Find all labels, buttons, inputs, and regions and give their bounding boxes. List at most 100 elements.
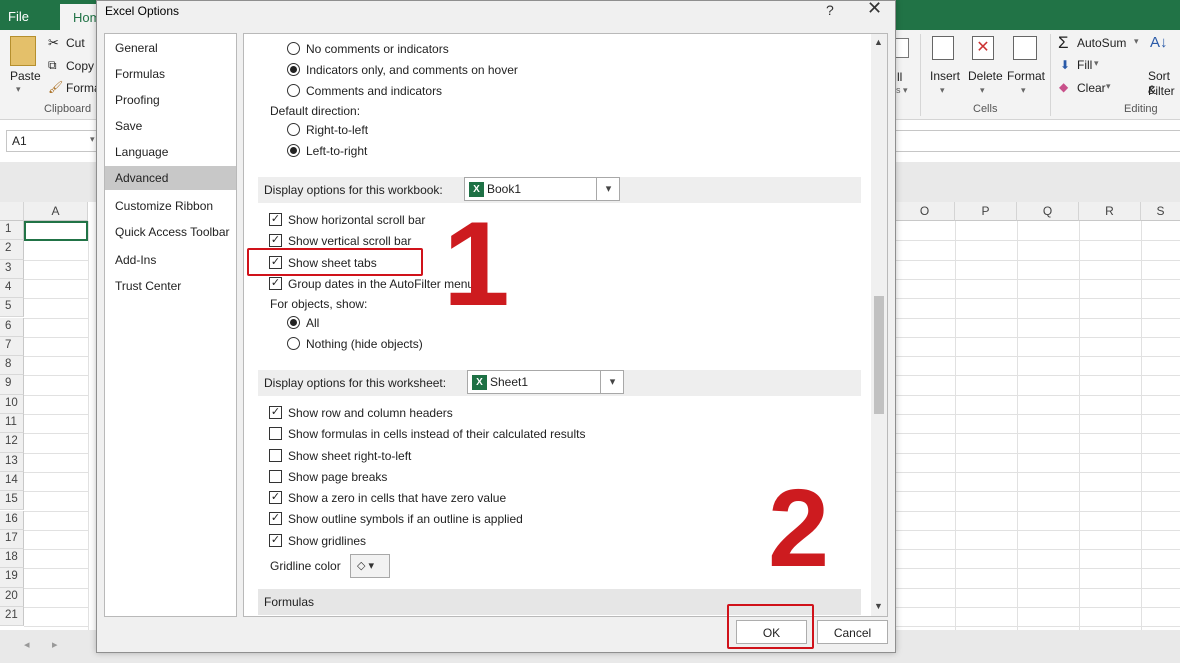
format-painter-icon[interactable]: 🖌: [48, 80, 63, 94]
row-header[interactable]: 13: [0, 452, 24, 472]
row-header[interactable]: 15: [0, 491, 24, 511]
show-formulas-checkbox[interactable]: [269, 427, 282, 440]
row-header[interactable]: 3: [0, 259, 24, 279]
select-all-corner[interactable]: [0, 202, 24, 221]
nav-item-customize-ribbon[interactable]: Customize Ribbon: [105, 194, 236, 218]
row-header[interactable]: 16: [0, 510, 24, 530]
close-icon[interactable]: ✕: [867, 0, 882, 19]
group-dates-checkbox[interactable]: ✓: [269, 277, 282, 290]
row-header[interactable]: 14: [0, 471, 24, 492]
v-scroll-checkbox[interactable]: ✓: [269, 234, 282, 247]
clear-icon[interactable]: ◆: [1059, 80, 1068, 94]
row-col-headers-checkbox[interactable]: ✓: [269, 406, 282, 419]
row-header[interactable]: 8: [0, 356, 24, 376]
gridlines-checkbox[interactable]: ✓: [269, 534, 282, 547]
filter-button[interactable]: Filter: [1148, 84, 1175, 98]
styles-icon[interactable]: [895, 38, 909, 58]
row-header[interactable]: 6: [0, 317, 24, 337]
active-cell[interactable]: [24, 221, 88, 241]
name-box-dropdown-icon[interactable]: ▾: [90, 134, 95, 145]
options-scrollbar[interactable]: ▲ ▼: [871, 34, 887, 616]
nav-item-advanced[interactable]: Advanced: [105, 166, 236, 190]
sheet-nav-right-icon[interactable]: ▸: [52, 638, 58, 651]
row-header[interactable]: 18: [0, 549, 24, 569]
column-header[interactable]: Q: [1017, 202, 1079, 221]
insert-icon[interactable]: [932, 36, 954, 60]
nav-item-language[interactable]: Language: [105, 140, 236, 164]
objects-all-radio[interactable]: [287, 316, 300, 329]
autosum-button[interactable]: AutoSum: [1077, 36, 1126, 50]
indicators-only-radio[interactable]: [287, 63, 300, 76]
name-box[interactable]: A1: [6, 130, 98, 152]
delete-dropdown-icon[interactable]: ▾: [980, 85, 985, 96]
objects-nothing-radio[interactable]: [287, 337, 300, 350]
column-header[interactable]: A: [24, 202, 88, 221]
format-icon[interactable]: [1013, 36, 1037, 60]
nav-item-proofing[interactable]: Proofing: [105, 88, 236, 112]
file-tab[interactable]: File: [8, 9, 29, 24]
sort-filter-icon[interactable]: A↓: [1150, 34, 1168, 51]
cut-button[interactable]: Cut: [66, 36, 85, 50]
row-header[interactable]: 9: [0, 375, 24, 395]
nav-item-general[interactable]: General: [105, 36, 236, 60]
column-header[interactable]: S: [1141, 202, 1180, 221]
zero-value-checkbox[interactable]: ✓: [269, 491, 282, 504]
copy-button[interactable]: Copy: [66, 59, 94, 73]
row-header[interactable]: 7: [0, 336, 24, 357]
row-header[interactable]: 17: [0, 529, 24, 550]
paste-icon[interactable]: [10, 36, 36, 66]
right-to-left-radio[interactable]: [287, 123, 300, 136]
left-to-right-radio[interactable]: [287, 144, 300, 157]
autosum-dropdown-icon[interactable]: ▾: [1134, 36, 1139, 47]
row-header[interactable]: 21: [0, 607, 24, 627]
paste-button[interactable]: Paste: [10, 69, 41, 83]
formula-bar[interactable]: [895, 130, 1180, 152]
row-header[interactable]: 10: [0, 394, 24, 414]
cut-icon[interactable]: ✂: [48, 35, 59, 51]
delete-button[interactable]: Delete: [968, 69, 1003, 83]
clear-dropdown-icon[interactable]: ▾: [1106, 81, 1111, 92]
nav-item-save[interactable]: Save: [105, 114, 236, 138]
paste-dropdown-icon[interactable]: ▾: [16, 84, 21, 95]
nav-item-add-ins[interactable]: Add-Ins: [105, 248, 236, 272]
row-header[interactable]: 5: [0, 298, 24, 318]
nav-item-formulas[interactable]: Formulas: [105, 62, 236, 86]
delete-icon[interactable]: ✕: [972, 36, 994, 60]
format-button[interactable]: Format: [1007, 69, 1045, 83]
sheet-nav-left-icon[interactable]: ◂: [24, 638, 30, 651]
worksheet-select[interactable]: X Sheet1 ▾: [467, 370, 624, 394]
autosum-icon[interactable]: Σ: [1058, 33, 1069, 53]
nav-item-trust-center[interactable]: Trust Center: [105, 274, 236, 298]
h-scroll-checkbox[interactable]: ✓: [269, 213, 282, 226]
column-header[interactable]: P: [955, 202, 1017, 221]
home-tab[interactable]: Hom: [60, 4, 100, 30]
gridline-color-picker[interactable]: ◇ ▾: [350, 554, 390, 578]
row-header[interactable]: 12: [0, 433, 24, 453]
column-header[interactable]: R: [1079, 202, 1141, 221]
comments-and-indicators-radio[interactable]: [287, 84, 300, 97]
copy-icon[interactable]: ⧉: [48, 58, 57, 73]
scrollbar-thumb[interactable]: [874, 296, 884, 414]
row-header[interactable]: 1: [0, 221, 24, 241]
fill-dropdown-icon[interactable]: ▾: [1094, 58, 1099, 69]
no-comments-radio[interactable]: [287, 42, 300, 55]
nav-item-quick-access-toolbar[interactable]: Quick Access Toolbar: [105, 220, 236, 244]
chevron-down-icon[interactable]: ▾: [600, 371, 624, 393]
row-header[interactable]: 20: [0, 587, 24, 607]
row-header[interactable]: 2: [0, 240, 24, 260]
scroll-down-icon[interactable]: ▼: [874, 601, 883, 611]
format-dropdown-icon[interactable]: ▾: [1021, 85, 1026, 96]
styles-dropdown-icon[interactable]: s ▾: [896, 85, 908, 96]
help-button[interactable]: ?: [826, 2, 834, 18]
sheet-rtl-checkbox[interactable]: [269, 449, 282, 462]
fill-button[interactable]: Fill: [1077, 58, 1092, 72]
chevron-down-icon[interactable]: ▾: [596, 178, 620, 200]
row-header[interactable]: 4: [0, 278, 24, 299]
scroll-up-icon[interactable]: ▲: [874, 37, 883, 47]
column-header[interactable]: O: [895, 202, 955, 221]
insert-dropdown-icon[interactable]: ▾: [940, 85, 945, 96]
insert-button[interactable]: Insert: [930, 69, 960, 83]
row-header[interactable]: 11: [0, 414, 24, 434]
fill-icon[interactable]: ⬇: [1060, 58, 1070, 72]
outline-symbols-checkbox[interactable]: ✓: [269, 512, 282, 525]
